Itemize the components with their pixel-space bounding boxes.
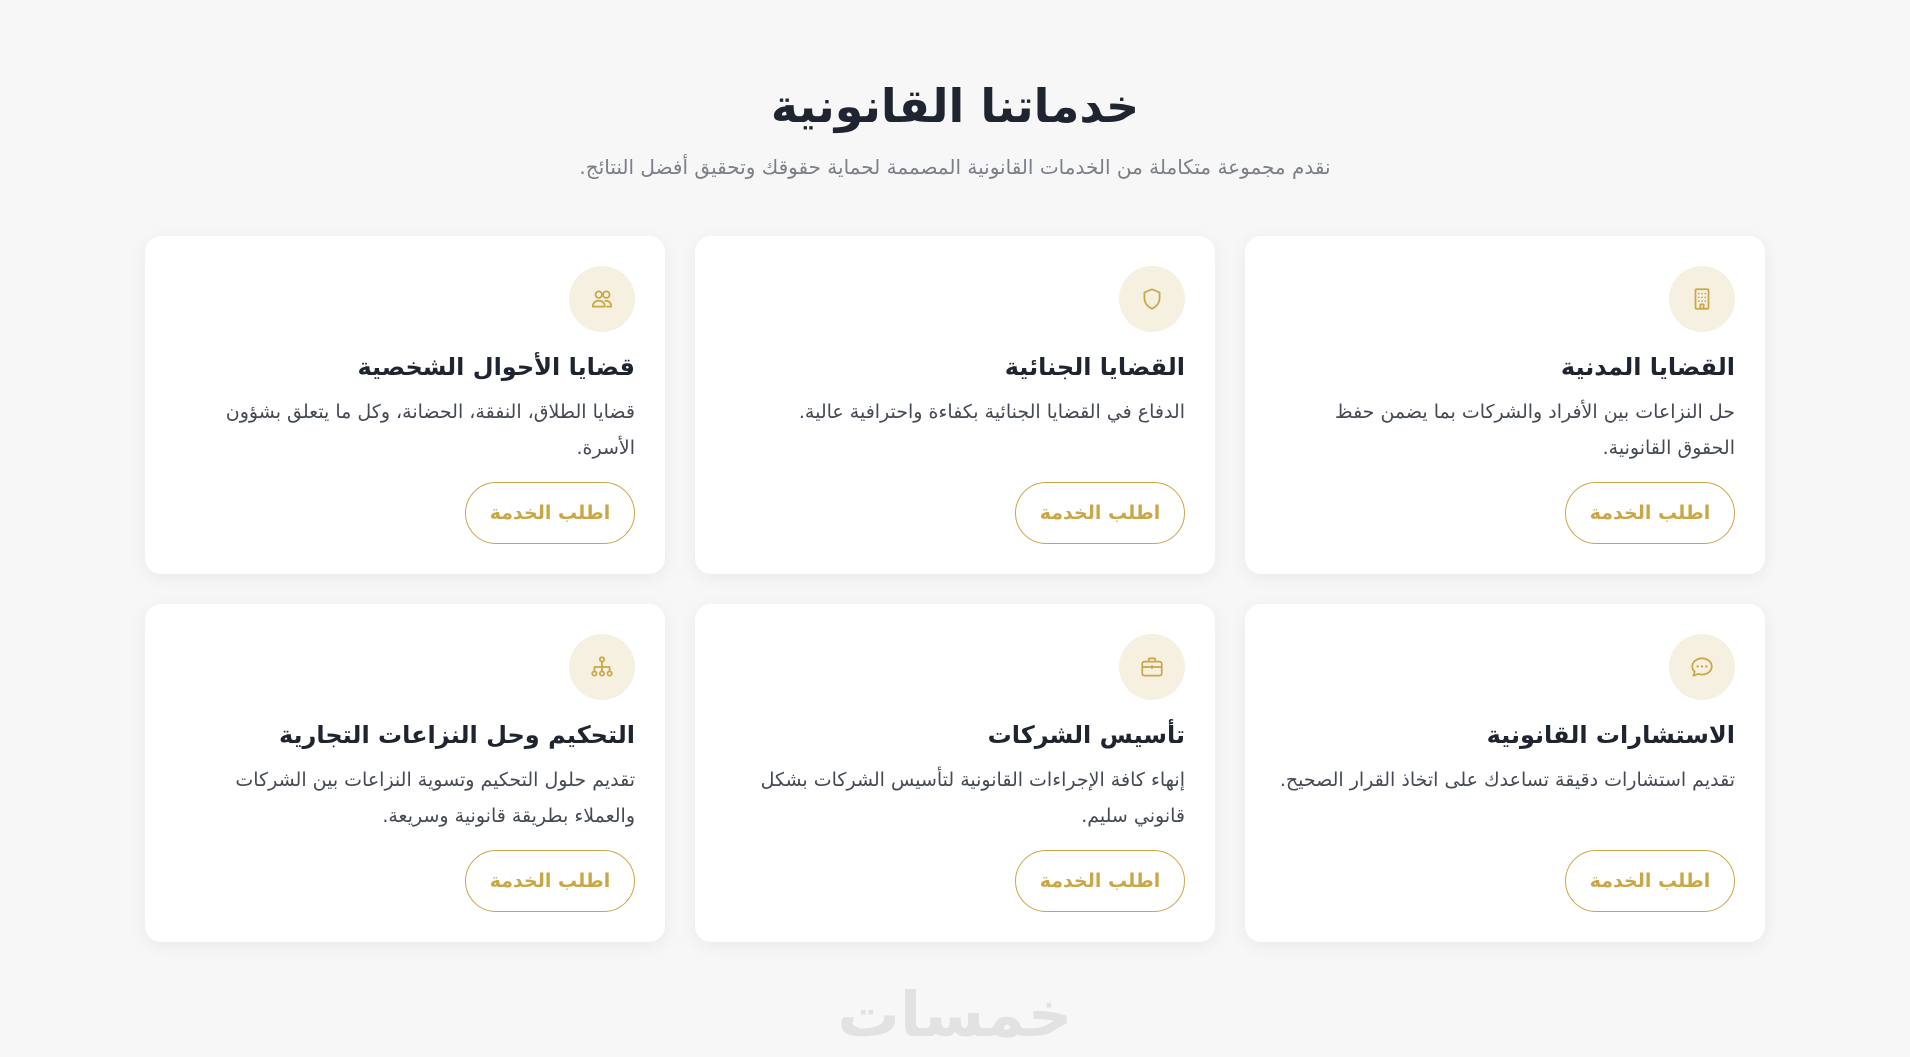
network-icon [569, 634, 635, 700]
service-title: التحكيم وحل النزاعات التجارية [278, 721, 635, 749]
service-description: حل النزاعات بين الأفراد والشركات بما يضم… [1335, 401, 1735, 459]
service-description: الدفاع في القضايا الجنائية بكفاءة واحترا… [798, 401, 1185, 423]
request-service-button[interactable]: اطلب الخدمة [1015, 850, 1185, 912]
service-card-arbitration: التحكيم وحل النزاعات التجارية تقديم حلول… [145, 604, 665, 942]
service-card-criminal: القضايا الجنائية الدفاع في القضايا الجنا… [695, 236, 1215, 574]
service-title: تأسيس الشركات [987, 721, 1185, 749]
service-description: إنهاء كافة الإجراءات القانونية لتأسيس ال… [760, 769, 1185, 827]
page-subtitle: نقدم مجموعة متكاملة من الخدمات القانونية… [579, 155, 1331, 179]
watermark-logo: خمسات [837, 978, 1073, 1051]
users-icon [569, 266, 635, 332]
service-card-personal-status: قضايا الأحوال الشخصية قضايا الطلاق، النف… [145, 236, 665, 574]
briefcase-icon [1119, 634, 1185, 700]
service-title: القضايا الجنائية [1004, 353, 1185, 381]
service-title: القضايا المدنية [1560, 353, 1735, 381]
request-service-button[interactable]: اطلب الخدمة [1565, 850, 1735, 912]
service-title: قضايا الأحوال الشخصية [357, 353, 635, 381]
service-description: قضايا الطلاق، النفقة، الحضانة، وكل ما يت… [225, 401, 635, 459]
services-section: خدماتنا القانونية نقدم مجموعة متكاملة من… [0, 0, 1910, 1057]
page-title: خدماتنا القانونية [770, 79, 1140, 133]
service-title: الاستشارات القانونية [1486, 721, 1735, 749]
request-service-button[interactable]: اطلب الخدمة [1565, 482, 1735, 544]
chat-icon [1669, 634, 1735, 700]
service-description: تقديم استشارات دقيقة تساعدك على اتخاذ ال… [1279, 769, 1735, 791]
request-service-button[interactable]: اطلب الخدمة [1015, 482, 1185, 544]
building-icon [1669, 266, 1735, 332]
shield-icon [1119, 266, 1185, 332]
service-card-consultations: الاستشارات القانونية تقديم استشارات دقيق… [1245, 604, 1765, 942]
services-grid: القضايا المدنية حل النزاعات بين الأفراد … [145, 236, 1765, 942]
service-card-civil: القضايا المدنية حل النزاعات بين الأفراد … [1245, 236, 1765, 574]
request-service-button[interactable]: اطلب الخدمة [465, 482, 635, 544]
service-card-company-formation: تأسيس الشركات إنهاء كافة الإجراءات القان… [695, 604, 1215, 942]
service-description: تقديم حلول التحكيم وتسوية النزاعات بين ا… [235, 769, 635, 827]
request-service-button[interactable]: اطلب الخدمة [465, 850, 635, 912]
